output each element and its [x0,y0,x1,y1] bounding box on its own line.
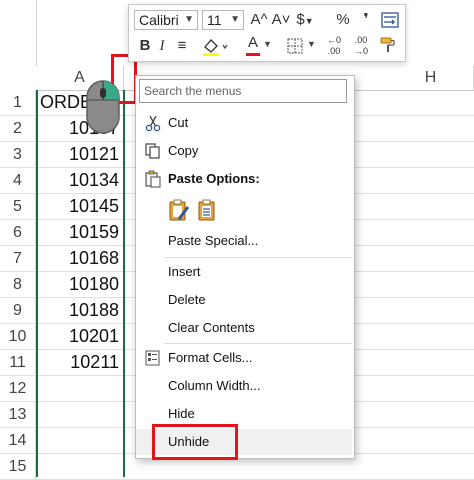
chevron-down-icon[interactable]: ▼ [263,39,272,49]
font-color-swatch [246,53,260,56]
fill-color-icon[interactable] [201,37,229,57]
menu-item-label: Format Cells... [168,350,253,365]
cell-a10[interactable]: 10201 [36,324,124,349]
menu-item-label: Insert [168,264,201,279]
row-header[interactable]: 5 [0,194,36,220]
menu-item-label: Cut [168,115,189,130]
context-menu: Search the menus Cut Copy Paste Options: [135,75,355,459]
font-size-select[interactable]: 11 ▼ [202,10,244,30]
select-all-corner[interactable] [0,0,37,91]
row-header[interactable]: 1 [0,90,36,116]
row-header[interactable]: 9 [0,298,36,324]
paste-icon[interactable] [168,198,190,222]
row-header[interactable]: 3 [0,142,36,168]
decrease-decimal-button[interactable]: .00 →0 [348,35,374,57]
menu-item-label: Copy [168,143,199,158]
cell-a11[interactable]: 10211 [36,350,124,375]
selection-border-right [123,90,125,477]
menu-separator [164,343,352,344]
row-header[interactable]: 14 [0,428,36,454]
menu-item-label: Paste Special... [168,233,259,248]
row-header[interactable]: 7 [0,246,36,272]
chevron-down-icon: ▼ [230,14,240,25]
cell-a5[interactable]: 10145 [36,194,124,219]
format-cells-icon [145,350,160,366]
paste-values-icon[interactable] [196,198,218,222]
percent-button[interactable]: % [333,9,353,31]
row-header[interactable]: 2 [0,116,36,142]
comma-style-button[interactable]: ❜ [357,9,375,31]
align-center-button[interactable]: ≡ [173,35,191,57]
menu-item-format-cells[interactable]: Format Cells... [136,345,352,371]
cell-a14[interactable] [36,428,124,453]
column-header-h[interactable]: H [388,66,474,90]
cell-a8[interactable]: 10180 [36,272,124,297]
increase-decimal-button[interactable]: ←0 .00 [322,35,346,57]
copy-icon [145,143,160,159]
menu-item-insert[interactable]: Insert [136,259,352,285]
currency-button[interactable]: $▼ [293,9,317,31]
row-header[interactable]: 11 [0,350,36,376]
menu-item-label: Paste Options: [168,171,260,186]
row-header[interactable]: 4 [0,168,36,194]
chevron-down-icon: ▼ [184,14,194,25]
menu-item-copy[interactable]: Copy [136,138,352,164]
menu-item-label: Clear Contents [168,320,255,335]
cell-a13[interactable] [36,402,124,427]
mouse-icon [86,80,120,134]
row-header[interactable]: 10 [0,324,36,350]
wrap-text-icon[interactable] [381,12,399,28]
cell-a12[interactable] [36,376,124,401]
cell-a3[interactable]: 10121 [36,142,124,167]
cell-a9[interactable]: 10188 [36,298,124,323]
shrink-font-button[interactable]: A˅ [271,9,291,31]
cell-a7[interactable]: 10168 [36,246,124,271]
menu-search-input[interactable]: Search the menus [139,79,347,103]
menu-item-label: Column Width... [168,378,261,393]
menu-item-paste-options: Paste Options: [136,166,352,192]
row-header[interactable]: 8 [0,272,36,298]
borders-icon[interactable] [287,38,303,54]
mini-toolbar: Calibri ▼ 11 ▼ A^ A˅ $▼ % ❜ B I ≡ A ▼ ▼ ←0… [128,4,406,62]
chevron-down-icon: ▼ [304,16,314,26]
menu-separator [164,257,352,258]
selection-border-left [36,90,38,477]
menu-item-delete[interactable]: Delete [136,287,352,313]
row-headers: 1 2 3 4 5 6 7 8 9 10 11 12 13 14 15 [0,90,36,480]
scissors-icon [145,115,161,132]
menu-item-cut[interactable]: Cut [136,110,352,136]
clipboard-icon [145,170,161,188]
menu-item-label: Delete [168,292,206,307]
menu-item-paste-special[interactable]: Paste Special... [136,228,352,254]
row-header[interactable]: 15 [0,454,36,480]
bold-button[interactable]: B [137,35,153,57]
row-header[interactable]: 13 [0,402,36,428]
row-header[interactable]: 12 [0,376,36,402]
menu-item-column-width[interactable]: Column Width... [136,373,352,399]
font-color-button[interactable]: A [245,33,261,53]
grow-font-button[interactable]: A^ [249,9,269,31]
chevron-down-icon[interactable]: ▼ [307,39,316,49]
cell-a6[interactable]: 10159 [36,220,124,245]
font-name-select[interactable]: Calibri ▼ [134,10,198,30]
unhide-highlight [152,424,238,460]
cell-a15[interactable] [36,454,124,479]
format-painter-icon[interactable] [379,36,397,54]
row-header[interactable]: 6 [0,220,36,246]
menu-item-clear-contents[interactable]: Clear Contents [136,315,352,341]
cell-a4[interactable]: 10134 [36,168,124,193]
italic-button[interactable]: I [155,35,169,57]
